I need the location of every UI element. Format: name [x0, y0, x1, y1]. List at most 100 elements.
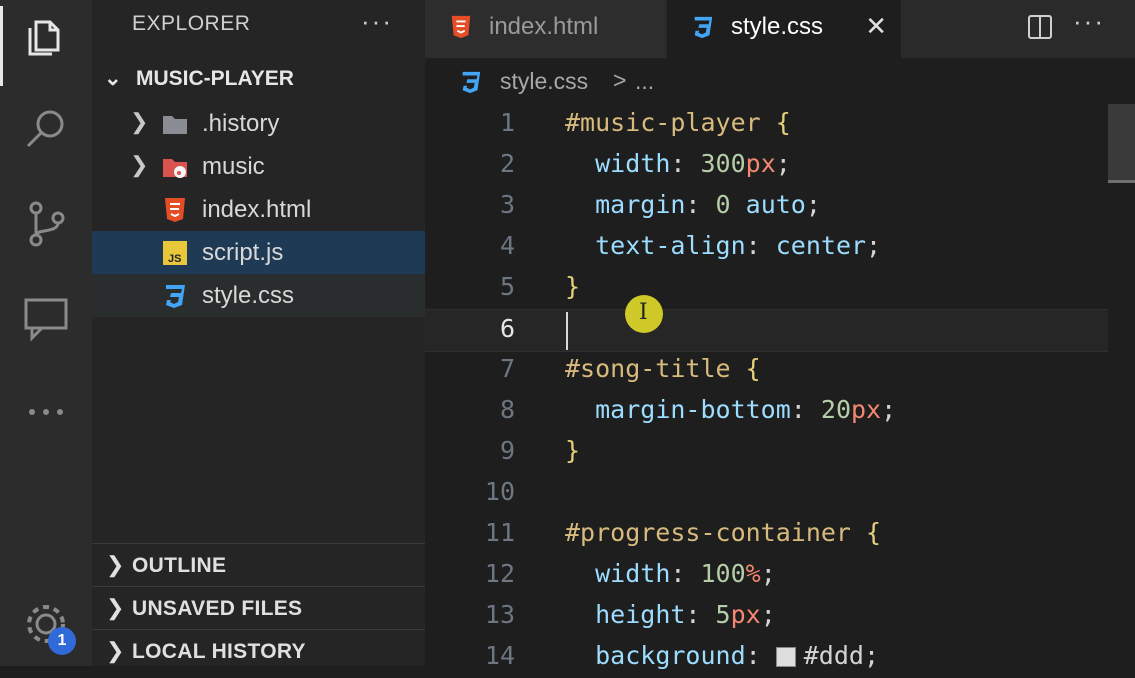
code-text: #song-title { [565, 354, 761, 383]
tree-item-label: .history [202, 110, 280, 137]
chevron-right-icon: ❯ [130, 152, 149, 177]
code-text: margin: 0 auto; [595, 190, 821, 219]
tab-label: index.html [489, 13, 599, 40]
remote-explorer-icon[interactable] [22, 296, 70, 344]
line-number: 6 [499, 314, 515, 343]
tree-item-label: index.html [202, 196, 312, 223]
code-text: margin-bottom: 20px; [595, 395, 897, 424]
code-line[interactable]: 7 #song-title { [425, 350, 1115, 391]
explorer-sidebar: EXPLORER ··· ⌄ MUSIC-PLAYER ❯ .history ❯ … [92, 0, 425, 666]
explorer-more-button[interactable]: ··· [361, 6, 393, 37]
section-outline[interactable]: ❯ OUTLINE [92, 543, 425, 587]
tab-index-html[interactable]: index.html [425, 0, 665, 58]
code-line[interactable]: 10 [425, 473, 1115, 514]
color-swatch[interactable] [775, 647, 796, 667]
line-number: 2 [499, 149, 515, 178]
html-file-icon [165, 198, 185, 222]
project-folder[interactable]: ⌄ MUSIC-PLAYER [104, 66, 294, 91]
split-editor-icon[interactable] [1027, 14, 1053, 40]
music-folder-icon [163, 159, 187, 178]
code-text: text-align: center; [595, 231, 882, 260]
text-cursor [566, 312, 568, 350]
section-label: OUTLINE [132, 554, 227, 577]
code-line[interactable]: 3 margin: 0 auto; [425, 186, 1115, 227]
code-text: #progress-container { [565, 518, 882, 547]
breadcrumb: style.css > ... [425, 58, 1135, 104]
project-name: MUSIC-PLAYER [136, 67, 294, 90]
code-text: height: 5px; [595, 600, 776, 629]
code-line[interactable]: 2 width: 300px; [425, 145, 1115, 186]
tab-label: style.css [731, 13, 824, 40]
css-file-icon [462, 71, 481, 94]
line-number: 13 [484, 600, 515, 629]
chevron-down-icon: ⌄ [104, 67, 122, 90]
code-text: } [565, 436, 581, 465]
explorer-title: EXPLORER [132, 12, 251, 35]
breadcrumb-file[interactable]: style.css [500, 68, 588, 95]
code-line[interactable]: 14 background: #ddd; [425, 637, 1115, 678]
settings-badge: 1 [48, 627, 76, 655]
chevron-right-icon: ❯ [130, 109, 149, 134]
search-icon[interactable] [22, 104, 70, 152]
section-label: UNSAVED FILES [132, 597, 303, 620]
css-file-icon [694, 16, 713, 39]
tabs-more-button[interactable]: ··· [1073, 6, 1105, 37]
code-line[interactable]: 5} [425, 268, 1115, 309]
code-line[interactable]: 12 width: 100%; [425, 555, 1115, 596]
code-text: } [565, 272, 581, 301]
section-label: LOCAL HISTORY [132, 640, 306, 663]
editor-scrollbar[interactable] [1108, 104, 1135, 666]
line-number: 11 [484, 518, 515, 547]
js-file-icon: JS [163, 241, 187, 265]
files-icon[interactable] [22, 12, 70, 60]
active-indicator [0, 6, 3, 86]
tree-item-music[interactable]: ❯ music [92, 145, 425, 188]
mouse-cursor-highlight [625, 295, 663, 333]
chevron-right-icon: ❯ [106, 552, 125, 577]
chevron-right-icon: ❯ [106, 638, 125, 663]
tree-item-script-js[interactable]: JS script.js [92, 231, 425, 274]
line-number: 8 [499, 395, 515, 424]
line-number: 10 [484, 477, 515, 506]
code-line[interactable]: 11 #progress-container { [425, 514, 1115, 555]
line-number: 4 [499, 231, 515, 260]
section-unsaved-files[interactable]: ❯ UNSAVED FILES [92, 586, 425, 630]
code-line[interactable]: 9} [425, 432, 1115, 473]
code-line[interactable]: 1 #music-player { [425, 104, 1115, 145]
tree-item-style-css[interactable]: style.css [92, 274, 425, 317]
source-control-icon[interactable] [22, 200, 70, 248]
code-text: width: 100%; [595, 559, 776, 588]
more-icon[interactable] [22, 388, 70, 436]
activity-bar: 1 [0, 0, 92, 666]
scroll-thumb[interactable] [1108, 104, 1135, 180]
tree-item-label: music [202, 153, 265, 180]
section-local-history[interactable]: ❯ LOCAL HISTORY [92, 629, 425, 673]
css-file-icon [166, 285, 185, 308]
folder-icon [163, 116, 187, 134]
line-number: 3 [499, 190, 515, 219]
code-text: width: 300px; [595, 149, 791, 178]
code-line[interactable]: 6 [425, 309, 1115, 352]
breadcrumb-symbols[interactable]: ... [635, 68, 654, 95]
svg-text:JS: JS [168, 253, 181, 265]
code-text: #music-player { [565, 108, 791, 137]
code-line[interactable]: 8 margin-bottom: 20px; [425, 391, 1115, 432]
line-number: 7 [499, 354, 515, 383]
tab-style-css[interactable]: style.css ✕ [667, 0, 901, 58]
close-icon[interactable]: ✕ [865, 11, 887, 42]
html-file-icon [451, 15, 471, 39]
line-number: 9 [499, 436, 515, 465]
breadcrumb-separator: > [613, 67, 627, 93]
line-number: 5 [499, 272, 515, 301]
tree-item-label: script.js [202, 239, 284, 266]
code-editor[interactable]: 14 background: #ddd; 13 height: 5px; 12 wi… [425, 104, 1135, 670]
code-line[interactable]: 4 text-align: center; [425, 227, 1115, 268]
code-line[interactable]: 13 height: 5px; [425, 596, 1115, 637]
line-number: 12 [484, 559, 515, 588]
tree-item-label: style.css [202, 282, 295, 309]
line-number: 1 [499, 108, 515, 137]
editor-tabs: index.html style.css ✕ ··· [425, 0, 1135, 58]
scroll-position-marker [1108, 180, 1135, 183]
tree-item-index-html[interactable]: index.html [92, 188, 425, 231]
tree-item-history[interactable]: ❯ .history [92, 102, 425, 145]
